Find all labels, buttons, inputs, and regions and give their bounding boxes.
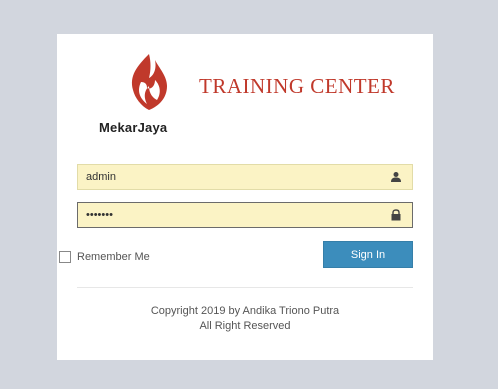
sign-in-button[interactable]: Sign In xyxy=(323,241,413,268)
remember-me-checkbox[interactable] xyxy=(59,251,71,263)
divider xyxy=(77,287,413,288)
login-card: MekarJaya TRAINING CENTER Remember Me Si… xyxy=(57,34,433,360)
logo: MekarJaya TRAINING CENTER xyxy=(99,52,429,140)
remember-me[interactable]: Remember Me xyxy=(59,251,150,263)
brand-name: MekarJaya xyxy=(99,120,168,135)
remember-me-label: Remember Me xyxy=(77,251,150,263)
rights-line: All Right Reserved xyxy=(199,320,291,332)
username-input[interactable] xyxy=(86,168,376,186)
copyright: Copyright 2019 by Andika Triono Putra Al… xyxy=(77,304,413,334)
password-field[interactable] xyxy=(77,202,413,228)
username-field[interactable] xyxy=(77,164,413,190)
copyright-line: Copyright 2019 by Andika Triono Putra xyxy=(150,305,340,317)
user-icon xyxy=(391,172,401,182)
lock-icon xyxy=(391,209,401,221)
training-center-title: TRAINING CENTER xyxy=(199,74,395,98)
flame-logo-icon xyxy=(131,54,167,110)
password-input[interactable] xyxy=(86,206,376,224)
